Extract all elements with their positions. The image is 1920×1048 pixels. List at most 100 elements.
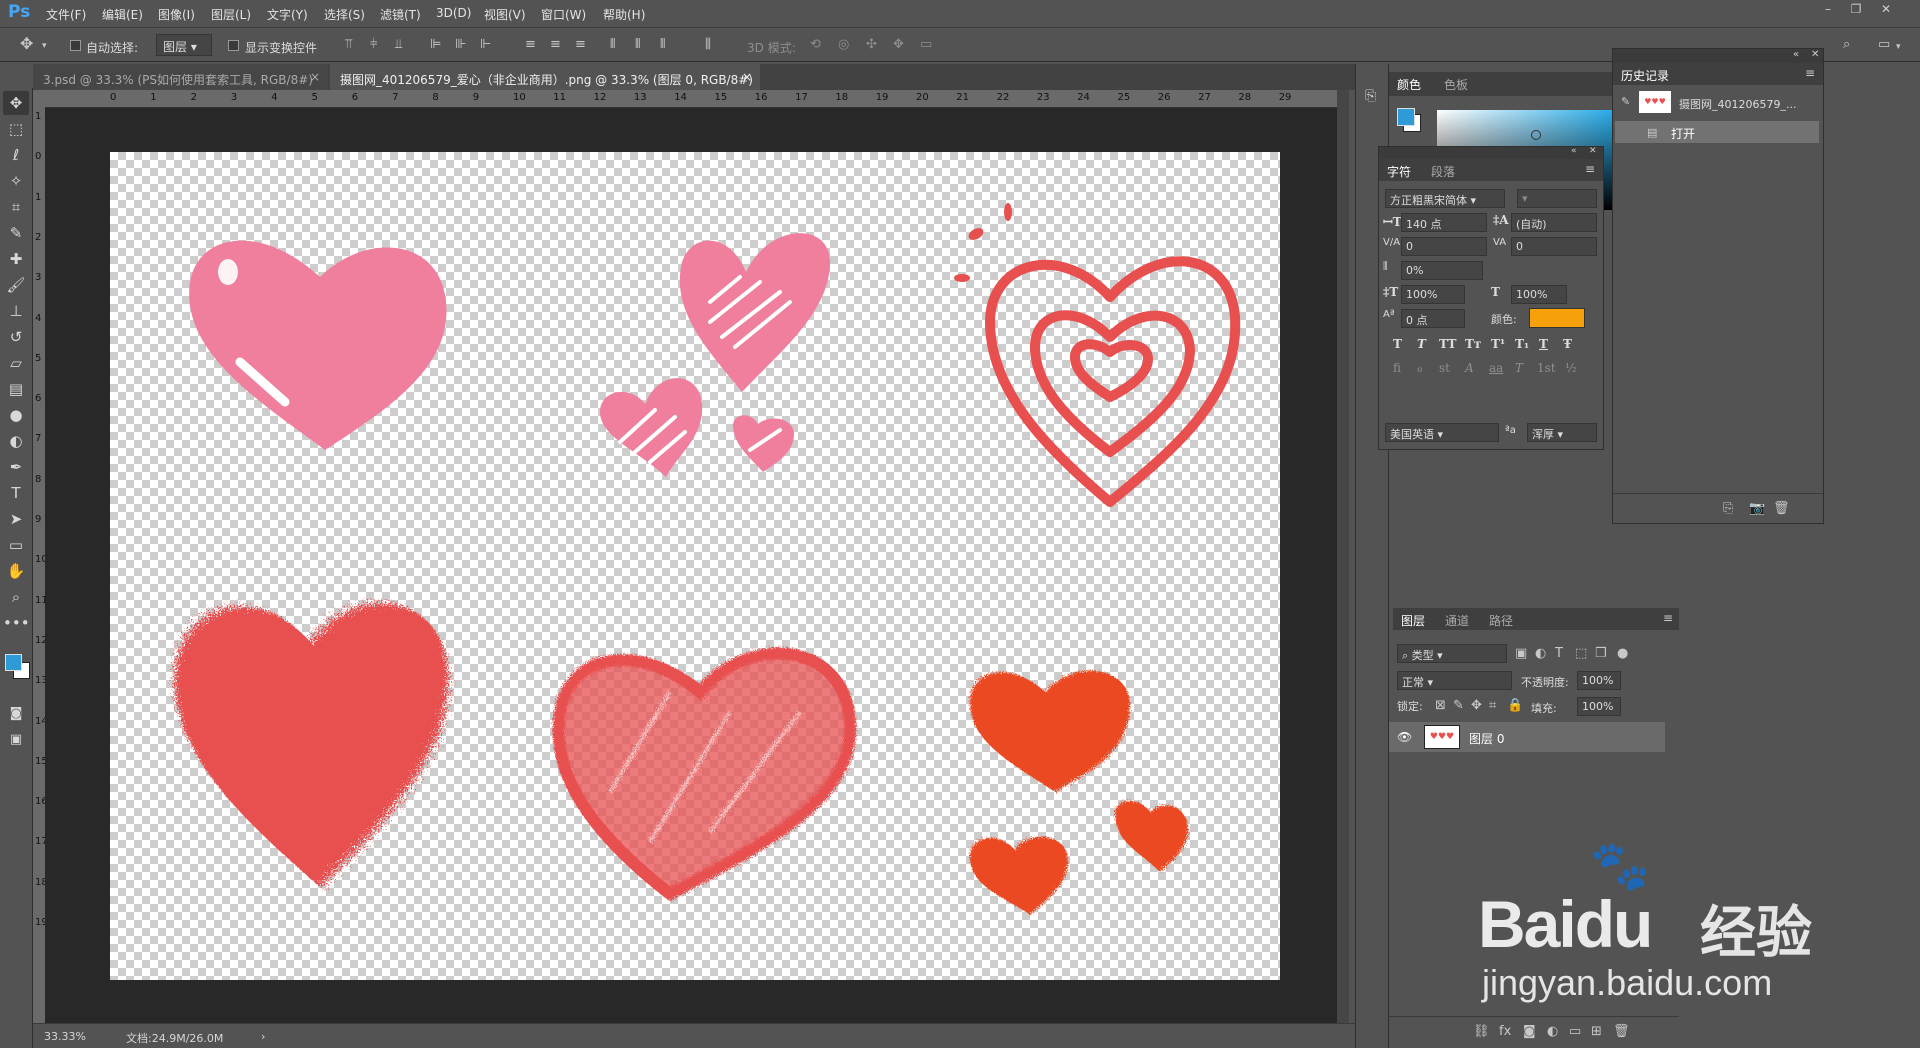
history-title[interactable]: 历史记录 [1621,67,1669,84]
ligature-button[interactable]: fi [1393,361,1401,375]
foreground-color-swatch[interactable] [5,654,22,671]
lock-pixels-icon[interactable]: ✎ [1453,699,1464,713]
close-tab-icon[interactable]: × [310,70,320,84]
filter-adjust-icon[interactable]: ◐ [1535,647,1546,661]
tracking-field[interactable]: 0 [1511,237,1597,256]
close-icon[interactable]: ✕ [1873,2,1899,18]
tab-paragraph[interactable]: 段落 [1431,163,1455,180]
more-tools-icon[interactable]: ••• [3,611,30,635]
text-color-swatch[interactable] [1529,308,1585,328]
collapse-icon[interactable]: « [1793,49,1799,60]
3d-roll-icon[interactable]: ◎ [838,38,849,52]
tab-layers[interactable]: 图层 [1401,612,1425,629]
menu-filter[interactable]: 滤镜(T) [380,6,421,23]
faux-italic-button[interactable]: T [1417,337,1426,351]
vertical-scrollbar[interactable] [1337,90,1349,1023]
eraser-tool-icon[interactable]: ▱ [3,351,29,375]
menu-window[interactable]: 窗口(W) [541,6,586,23]
horizontal-scale-field[interactable]: 100% [1511,285,1567,304]
align-bottom-icon[interactable]: ⫫ [395,38,402,52]
distribute-hcenter-icon[interactable]: ⫴ [635,38,640,52]
fractions-button[interactable]: ½ [1565,361,1577,375]
3d-slide-icon[interactable]: ✥ [893,38,904,52]
quick-mask-icon[interactable]: ◙ [3,702,29,726]
close-icon[interactable]: ✕ [1589,146,1597,156]
menu-select[interactable]: 选择(S) [324,6,365,23]
lock-artboard-icon[interactable]: ⌗ [1489,699,1496,713]
strikethrough-button[interactable]: Ŧ [1563,337,1572,351]
filter-toggle-icon[interactable]: ● [1617,647,1628,661]
menu-image[interactable]: 图像(I) [158,6,195,23]
language-dropdown[interactable]: 美国英语 ▾ [1385,423,1499,442]
filter-smart-icon[interactable]: ❒ [1595,647,1607,661]
auto-align-icon[interactable]: ⫼ [705,38,711,52]
search-icon[interactable]: ⌕ [1843,38,1850,52]
opacity-field[interactable]: 100% [1577,671,1621,690]
zoom-level[interactable]: 33.33% [44,1030,86,1043]
alternate-ligature-button[interactable]: ℴ [1417,361,1423,375]
workspace-icon[interactable]: ▭ [1878,38,1890,52]
3d-scale-icon[interactable]: ▭ [920,38,932,52]
align-vcenter-icon[interactable]: ⫩ [370,38,377,52]
layer-row[interactable]: 👁 ♥♥♥ 图层 0 [1389,722,1665,752]
history-item[interactable]: ▤ 打开 [1615,121,1819,143]
history-brush-tool-icon[interactable]: ↺ [3,325,29,349]
eyedropper-tool-icon[interactable]: ✎ [3,221,29,245]
blur-tool-icon[interactable]: ● [3,403,29,427]
collapse-icon[interactable]: « [1571,146,1577,156]
font-family-dropdown[interactable]: 方正粗黑宋简体 ▾ [1385,189,1505,208]
tab-channels[interactable]: 通道 [1445,612,1469,629]
3d-orbit-icon[interactable]: ⟲ [810,38,821,52]
filter-shape-icon[interactable]: ⬚ [1575,647,1587,661]
canvas[interactable] [110,152,1280,980]
menu-type[interactable]: 文字(Y) [267,6,308,23]
chevron-down-icon[interactable]: ▾ [42,39,47,53]
align-right-icon[interactable]: ⊩ [480,38,491,52]
pen-tool-icon[interactable]: ✒ [3,455,29,479]
layer-name[interactable]: 图层 0 [1469,730,1504,747]
tab-document-2[interactable]: 摄图网_401206579_爱心（非企业商用）.png @ 33.3% (图层 … [330,64,760,90]
filter-pixel-icon[interactable]: ▣ [1515,647,1527,661]
rectangle-tool-icon[interactable]: ▭ [3,533,29,557]
history-panel-icon[interactable]: ⎘ [1365,88,1376,104]
crop-tool-icon[interactable]: ⌗ [3,195,29,219]
all-caps-button[interactable]: TT [1439,337,1456,351]
3d-pan-icon[interactable]: ✣ [866,38,877,52]
gradient-tool-icon[interactable]: ▤ [3,377,29,401]
antialias-dropdown[interactable]: 浑厚 ▾ [1527,423,1597,442]
close-icon[interactable]: ✕ [1811,49,1819,60]
tab-document-1[interactable]: 3.psd @ 33.3% (PS如何使用套索工具, RGB/8#) × [33,64,328,90]
distribute-left-icon[interactable]: ⫴ [610,38,615,52]
superscript-button[interactable]: T¹ [1491,337,1505,351]
panel-menu-icon[interactable]: ≡ [1585,162,1595,176]
delete-icon[interactable]: 🗑 [1773,502,1790,516]
blend-mode-dropdown[interactable]: 正常 ▾ [1397,671,1512,690]
document-window[interactable] [45,108,1337,1023]
auto-select-checkbox[interactable] [70,40,81,51]
subscript-button[interactable]: T₁ [1515,337,1529,351]
titling-button[interactable]: T [1515,361,1523,375]
brush-tool-icon[interactable]: 🖌 [3,273,29,297]
visibility-eye-icon[interactable]: 👁 [1397,730,1412,744]
show-transform-checkbox[interactable] [228,40,239,51]
history-brush-source-icon[interactable]: ✎ [1621,95,1630,108]
auto-select-dropdown[interactable]: 图层 ▾ [156,34,212,56]
distribute-right-icon[interactable]: ⫴ [660,38,665,52]
type-tool-icon[interactable]: T [3,481,29,505]
faux-bold-button[interactable]: T [1393,337,1402,351]
close-tab-icon[interactable]: × [742,70,752,84]
baseline-field[interactable]: 0 点 [1401,309,1465,328]
tsume-field[interactable]: 0% [1401,261,1483,280]
align-hcenter-icon[interactable]: ⊪ [455,38,466,52]
distribute-vcenter-icon[interactable]: ≡ [550,38,561,52]
panel-menu-icon[interactable]: ≡ [1805,66,1815,80]
menu-3d[interactable]: 3D(D) [436,6,471,20]
small-caps-button[interactable]: Tт [1465,337,1481,351]
underline-button[interactable]: T [1539,337,1548,351]
filter-type-icon[interactable]: T [1555,647,1563,661]
tab-paths[interactable]: 路径 [1489,612,1513,629]
tab-swatches[interactable]: 色板 [1444,76,1468,93]
swash-button[interactable]: A [1465,361,1474,375]
panel-drag-bar[interactable]: « ✕ [1379,146,1603,159]
lock-transparent-icon[interactable]: ⊠ [1435,699,1446,713]
